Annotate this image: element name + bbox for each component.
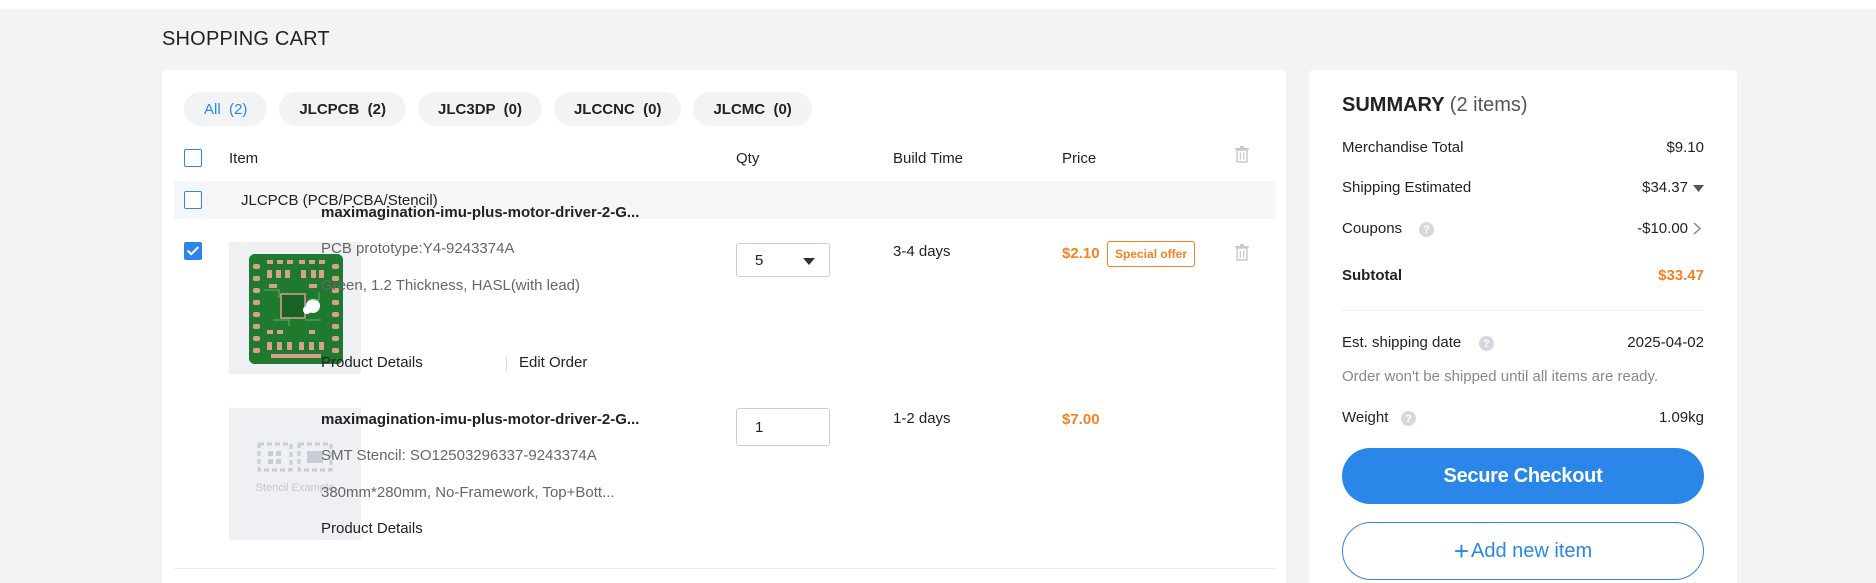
tab-jlcpcb[interactable]: JLCPCB (2) <box>279 92 407 126</box>
item-name[interactable]: maximagination-imu-plus-motor-driver-2-G… <box>321 411 641 428</box>
page-title: SHOPPING CART <box>162 28 330 50</box>
cart-panel: All (2) JLCPCB (2) JLC3DP (0) JLCCNC (0)… <box>162 70 1286 583</box>
weight-label: Weight <box>1342 409 1389 426</box>
secure-checkout-button[interactable]: Secure Checkout <box>1342 448 1704 504</box>
build-time: 3-4 days <box>893 243 951 260</box>
item-price: $2.10 <box>1062 245 1100 262</box>
column-build-time: Build Time <box>893 150 964 167</box>
summary-divider <box>1342 310 1704 311</box>
special-offer-badge: Special offer <box>1107 241 1196 267</box>
link-separator <box>506 356 507 372</box>
plus-icon: + <box>1453 536 1469 566</box>
est-shipping-date-label: Est. shipping date <box>1342 334 1462 351</box>
summary-title-text: SUMMARY <box>1342 94 1445 116</box>
tab-jlc3dp[interactable]: JLC3DP (0) <box>418 92 542 126</box>
help-icon[interactable]: ? <box>1479 336 1494 351</box>
add-new-item-label: Add new item <box>1471 539 1593 562</box>
column-price: Price <box>1062 150 1097 167</box>
merchandise-total-value: $9.10 <box>1666 139 1704 156</box>
shipping-estimated-value[interactable]: $34.37 <box>1642 179 1688 196</box>
weight-value: 1.09kg <box>1658 409 1704 426</box>
summary-item-count: (2 items) <box>1449 94 1528 116</box>
caret-down-icon[interactable] <box>1693 185 1704 192</box>
column-item: Item <box>229 150 259 167</box>
quantity-select[interactable]: 5 <box>736 243 830 277</box>
summary-title: SUMMARY (2 items) <box>1342 94 1528 117</box>
tab-jlccnc[interactable]: JLCCNC (0) <box>553 92 682 126</box>
quantity-input[interactable]: 1 <box>736 408 830 446</box>
help-icon[interactable]: ? <box>1401 411 1416 426</box>
tab-jlcmc[interactable]: JLCMC (0) <box>693 92 812 126</box>
category-tabs: All (2) JLCPCB (2) JLC3DP (0) JLCCNC (0)… <box>184 92 812 126</box>
caret-down-icon <box>803 258 815 265</box>
product-details-link[interactable]: Product Details <box>321 520 423 537</box>
quantity-value: 5 <box>755 251 764 269</box>
coupons-label: Coupons <box>1342 220 1403 237</box>
trash-icon[interactable] <box>1235 146 1249 163</box>
shipping-estimated-label: Shipping Estimated <box>1342 179 1472 196</box>
item-spec-line2: 380mm*280mm, No-Framework, Top+Bott... <box>321 484 615 501</box>
coupons-value[interactable]: -$10.00 <box>1637 220 1688 237</box>
help-icon[interactable]: ? <box>1419 222 1434 237</box>
trash-icon[interactable] <box>1235 244 1249 261</box>
select-all-checkbox[interactable] <box>184 149 202 167</box>
row-divider <box>174 568 1276 569</box>
summary-panel: SUMMARY (2 items) Merchandise Total $9.1… <box>1309 70 1737 583</box>
add-new-item-button[interactable]: + Add new item <box>1342 522 1704 580</box>
item-name[interactable]: maximagination-imu-plus-motor-driver-2-G… <box>321 204 641 221</box>
est-shipping-date-value: 2025-04-02 <box>1627 334 1704 351</box>
tab-all[interactable]: All (2) <box>184 92 268 126</box>
item-spec-line1: SMT Stencil: SO12503296337-9243374A <box>321 447 597 464</box>
subtotal-value: $33.47 <box>1658 267 1704 284</box>
column-qty: Qty <box>736 150 760 167</box>
subtotal-label: Subtotal <box>1342 267 1402 284</box>
item-price: $7.00 <box>1062 411 1100 428</box>
item-spec-line2: Green, 1.2 Thickness, HASL(with lead) <box>321 277 581 294</box>
build-time: 1-2 days <box>893 410 951 427</box>
pcb-image <box>249 254 343 364</box>
item-spec-line1: PCB prototype:Y4-9243374A <box>321 240 515 257</box>
edit-order-link[interactable]: Edit Order <box>519 354 587 371</box>
product-details-link[interactable]: Product Details <box>321 354 423 371</box>
shipping-note: Order won't be shipped until all items a… <box>1342 368 1659 385</box>
merchandise-total-label: Merchandise Total <box>1342 139 1464 156</box>
item-checkbox[interactable] <box>184 242 202 260</box>
chevron-right-icon[interactable] <box>1693 222 1701 235</box>
group-checkbox[interactable] <box>184 191 202 209</box>
